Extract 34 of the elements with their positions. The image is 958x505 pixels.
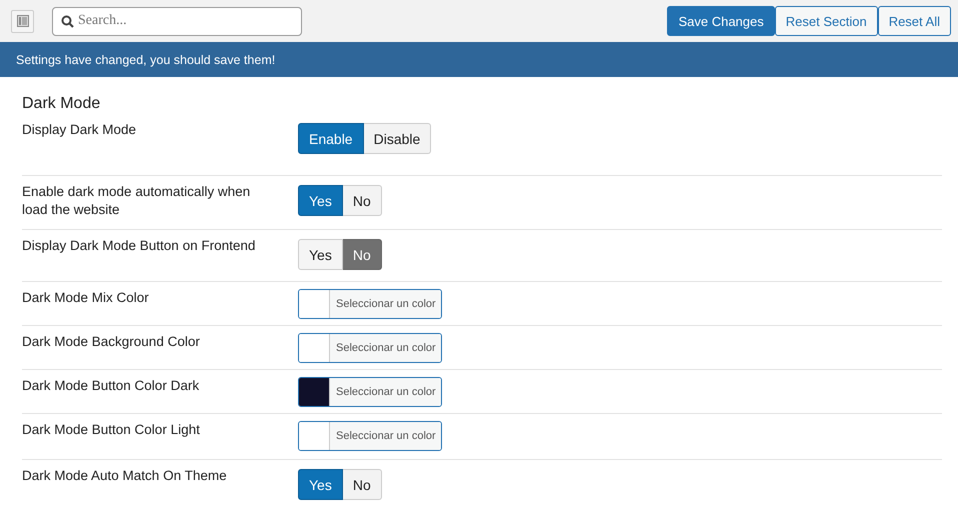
search-field[interactable]: Search... bbox=[52, 6, 302, 36]
setting-label: Dark Mode Auto Match On Theme bbox=[22, 467, 228, 485]
toolbar-button[interactable]: Reset All bbox=[878, 6, 951, 36]
color-picker-label: Seleccionar un color bbox=[330, 422, 441, 450]
search-input[interactable]: Search... bbox=[78, 13, 278, 29]
color-picker[interactable]: Seleccionar un color bbox=[298, 421, 442, 451]
color-picker-label: Seleccionar un color bbox=[330, 290, 441, 318]
toolbar-button[interactable]: Reset Section bbox=[774, 6, 878, 36]
setting-label: Dark Mode Background Color bbox=[22, 333, 201, 351]
setting-label: Dark Mode Mix Color bbox=[22, 289, 150, 307]
color-picker[interactable]: Seleccionar un color bbox=[298, 289, 442, 319]
setting-label: Dark Mode Button Color Dark bbox=[22, 377, 200, 395]
toggle-option[interactable]: Yes bbox=[298, 239, 343, 270]
toggle-option[interactable]: Yes bbox=[298, 185, 343, 216]
toolbar-button[interactable]: Save Changes bbox=[667, 6, 775, 36]
setting-label: Display Dark Mode Button on Frontend bbox=[22, 237, 256, 255]
color-picker-label: Seleccionar un color bbox=[330, 334, 441, 362]
setting-label: Dark Mode Button Color Light bbox=[22, 421, 201, 439]
notice-banner: Settings have changed, you should save them! bbox=[0, 42, 958, 77]
panel-icon bbox=[16, 15, 28, 27]
section-title: Dark Mode bbox=[22, 95, 102, 113]
search-icon bbox=[61, 14, 74, 28]
setting-label: Display Dark Mode bbox=[22, 121, 138, 139]
setting-label: Enable dark mode automatically when load the website bbox=[22, 183, 252, 219]
sidebar-toggle-button[interactable] bbox=[11, 10, 34, 32]
toggle-option[interactable]: No bbox=[342, 469, 382, 500]
color-picker[interactable]: Seleccionar un color bbox=[298, 377, 442, 407]
color-picker-label: Seleccionar un color bbox=[330, 378, 441, 406]
toggle-option[interactable]: No bbox=[342, 185, 382, 216]
color-picker[interactable]: Seleccionar un color bbox=[298, 333, 442, 363]
toggle-option[interactable]: No bbox=[342, 239, 382, 270]
toggle-option[interactable]: Yes bbox=[298, 469, 343, 500]
toggle-option[interactable]: Enable bbox=[298, 123, 364, 154]
toggle-option[interactable]: Disable bbox=[364, 123, 432, 154]
